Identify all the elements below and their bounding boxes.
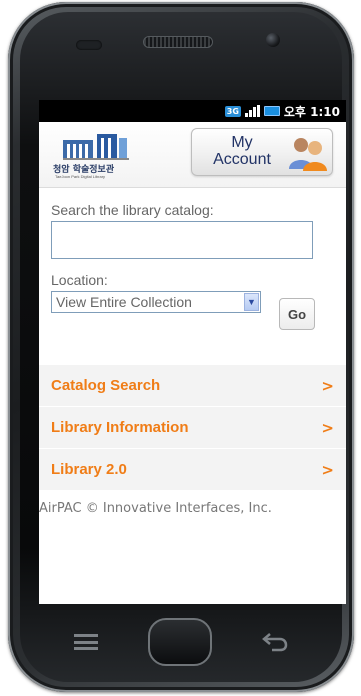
my-account-button[interactable]: My Account — [191, 128, 333, 176]
menu-item-catalog-search[interactable]: Catalog Search > — [39, 365, 346, 407]
battery-icon — [263, 106, 280, 116]
chevron-right-icon: > — [321, 418, 334, 437]
location-selected-value: View Entire Collection — [56, 294, 192, 310]
front-camera — [266, 33, 280, 47]
home-button[interactable] — [148, 618, 212, 666]
menu-item-library-information[interactable]: Library Information > — [39, 407, 346, 449]
menu-icon[interactable] — [74, 634, 98, 650]
menu-item-library-2-0[interactable]: Library 2.0 > — [39, 449, 346, 491]
my-account-label: My Account — [200, 134, 284, 168]
menu-item-label: Library Information — [51, 419, 189, 436]
earpiece-speaker — [143, 36, 213, 48]
location-select[interactable]: View Entire Collection ▼ — [51, 291, 261, 313]
account-label-line1: My — [231, 134, 253, 151]
chevron-right-icon: > — [321, 460, 334, 479]
location-label: Location: — [51, 272, 108, 288]
logo-english-text: TaeJoon Park Digital Library — [55, 174, 106, 179]
chevron-down-icon[interactable]: ▼ — [244, 293, 259, 311]
library-logo[interactable]: 청암 학술정보관 TaeJoon Park Digital Library — [53, 132, 149, 182]
screen: 3G 오후 1:10 청암 학술정보관 TaeJoon Park Digital… — [39, 100, 346, 604]
library-building-logo-icon — [63, 134, 129, 160]
chevron-right-icon: > — [321, 376, 334, 395]
main-menu: Catalog Search > Library Information > L… — [39, 365, 346, 491]
menu-item-label: Catalog Search — [51, 377, 161, 394]
status-bar: 3G 오후 1:10 — [39, 100, 346, 122]
account-label-line2: Account — [213, 151, 271, 168]
app-header: 청암 학술정보관 TaeJoon Park Digital Library My… — [39, 122, 346, 188]
footer-copyright: AirPAC © Innovative Interfaces, Inc. — [39, 501, 272, 516]
signal-strength-icon — [244, 105, 260, 117]
menu-item-label: Library 2.0 — [51, 461, 127, 478]
back-arrow-icon[interactable] — [262, 632, 288, 652]
status-time: 오후 1:10 — [283, 104, 340, 119]
proximity-sensor — [76, 40, 102, 50]
users-icon — [289, 138, 327, 171]
location-row: View Entire Collection ▼ Go — [51, 291, 335, 331]
go-button[interactable]: Go — [279, 298, 315, 330]
search-input[interactable] — [51, 221, 313, 259]
search-label: Search the library catalog: — [51, 202, 214, 218]
network-3g-icon: 3G — [224, 105, 241, 117]
search-form: Search the library catalog: Location: Vi… — [39, 188, 346, 365]
